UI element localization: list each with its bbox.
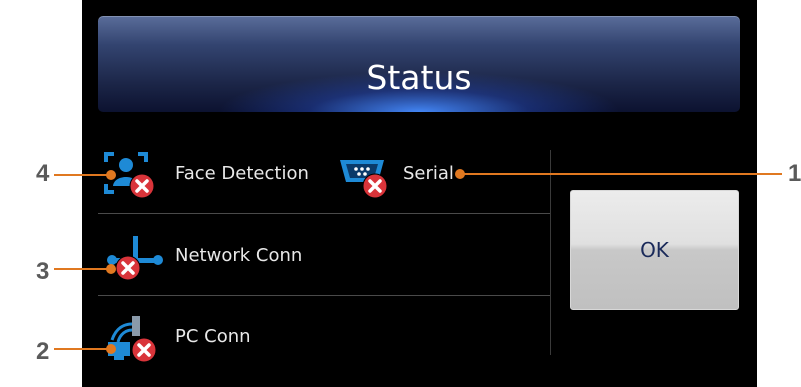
row-divider [98,213,550,214]
callout-number-3: 3 [36,258,50,285]
callout-dot-3 [106,264,116,274]
network-icon [104,232,166,282]
face-detection-label: Face Detection [175,163,309,184]
serial-port-icon [338,152,398,202]
callout-dot-2 [106,344,116,354]
callout-number-2: 2 [36,338,50,365]
pc-connection-icon [104,312,164,366]
callout-number-4: 4 [36,160,50,187]
column-divider [550,150,551,355]
pc-conn-label: PC Conn [175,326,251,347]
ok-button[interactable]: OK [570,190,739,310]
row-divider [98,295,550,296]
callout-line-4 [54,174,110,176]
serial-label: Serial [403,163,454,184]
page-title: Status [366,58,472,97]
title-bar: Status [98,16,740,112]
callout-dot-4 [106,170,116,180]
callout-line-1 [462,173,782,175]
network-conn-label: Network Conn [175,245,303,266]
callout-line-3 [54,268,110,270]
callout-line-2 [54,348,110,350]
callout-number-1: 1 [788,160,801,187]
